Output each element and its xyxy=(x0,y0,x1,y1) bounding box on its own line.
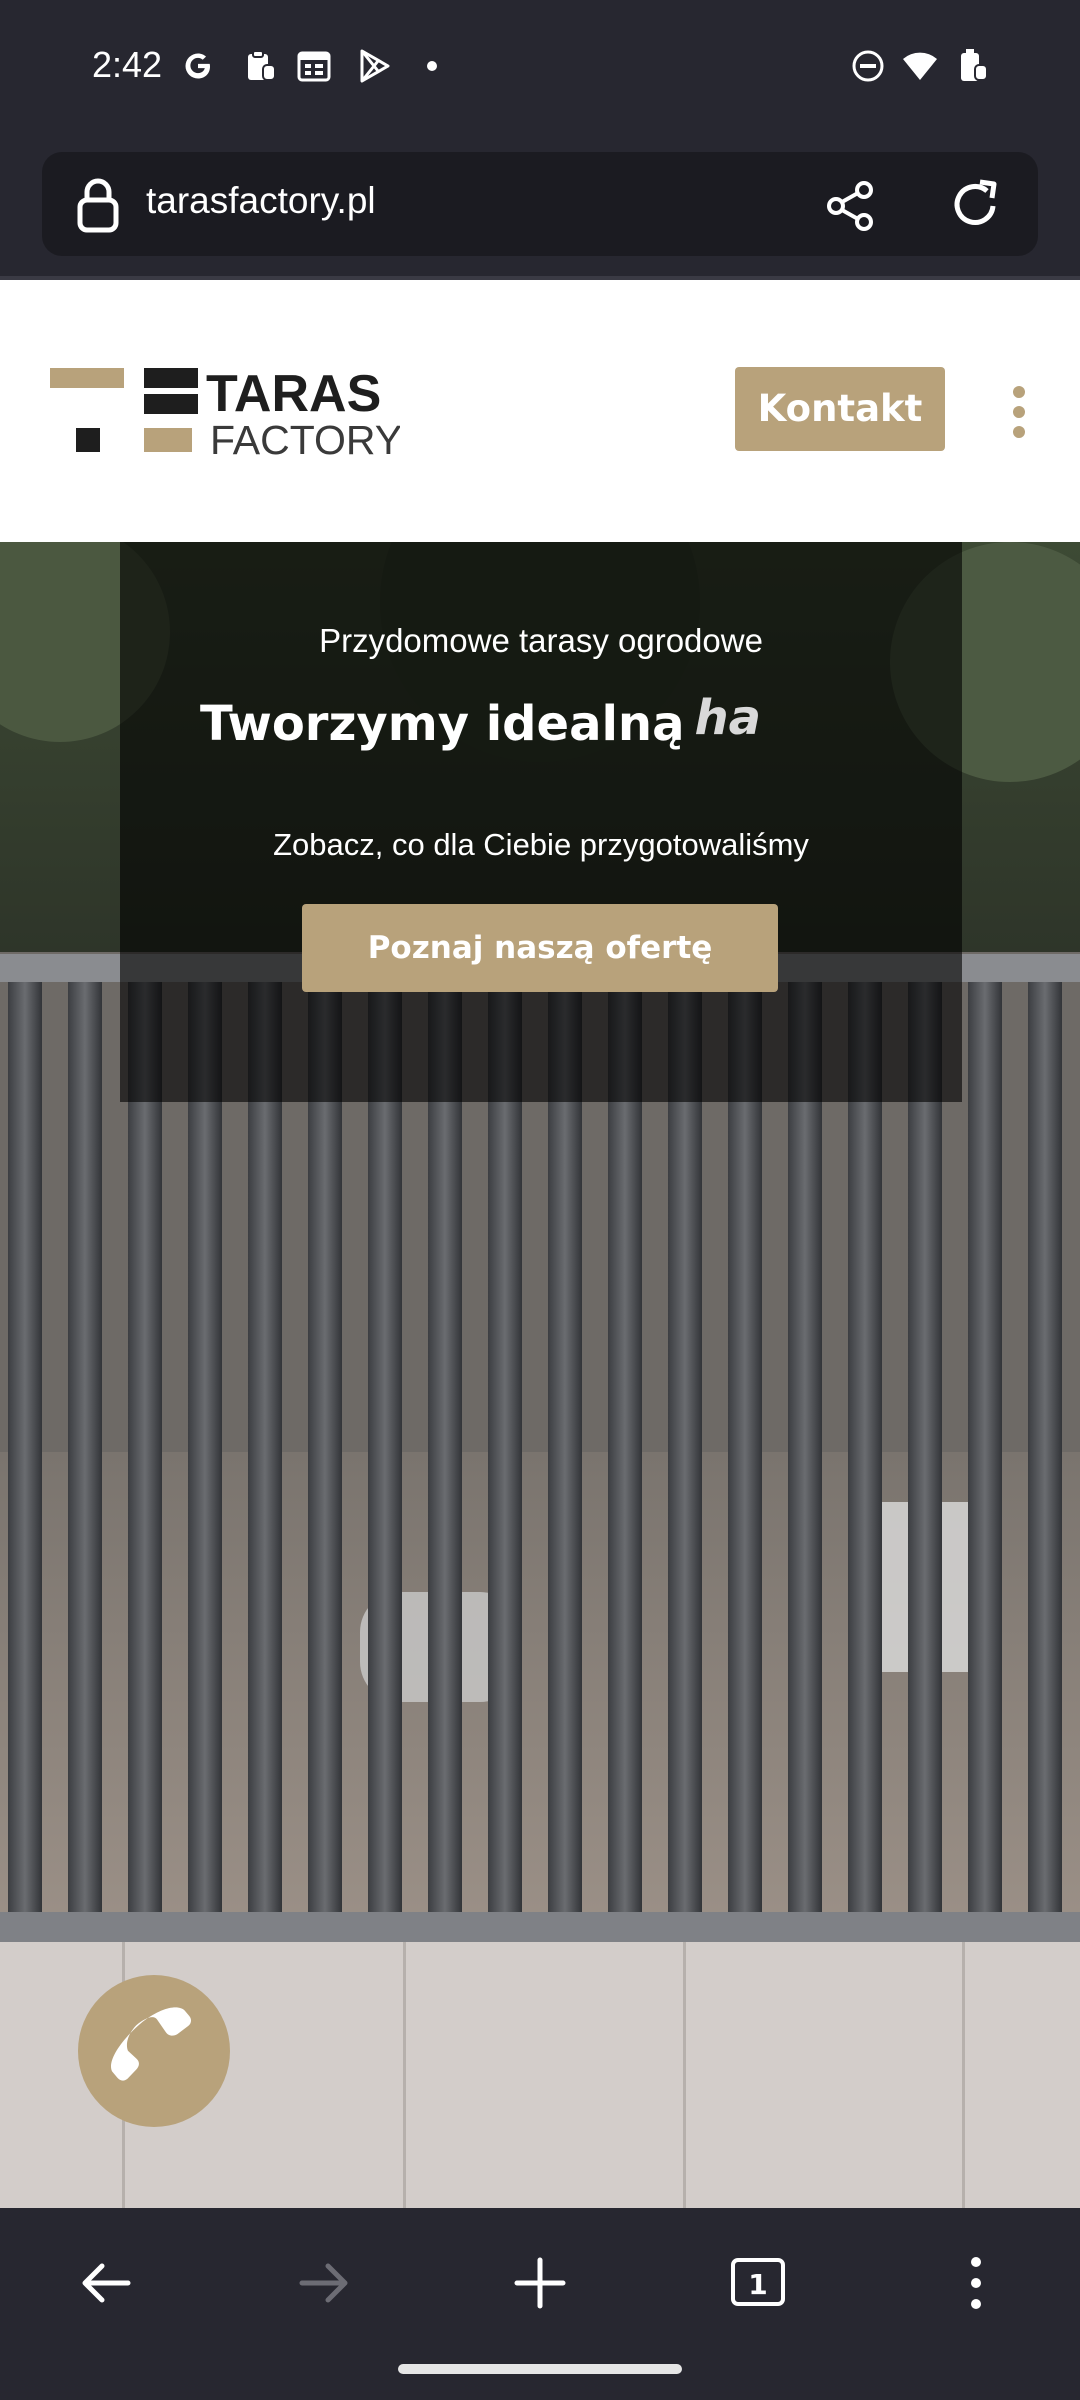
dot-icon xyxy=(427,61,437,71)
hero-title: Tworzymy idealną ha xyxy=(200,690,761,752)
site-header: TARAS FACTORY Kontakt xyxy=(0,280,1080,542)
clipboard-icon xyxy=(248,50,276,81)
tab-switcher-button[interactable]: 1 xyxy=(718,2248,798,2318)
tab-count-icon: 1 xyxy=(731,2258,785,2306)
web-page[interactable]: TARAS FACTORY Kontakt Przydomowe tarasy … xyxy=(0,280,1080,2208)
hero-typed-text: ha xyxy=(694,690,762,746)
google-icon xyxy=(185,53,210,79)
logo-line1: TARAS xyxy=(206,366,381,423)
taras-factory-logo[interactable]: TARAS FACTORY xyxy=(50,366,400,466)
logo-line2: FACTORY xyxy=(210,417,400,463)
new-tab-icon[interactable] xyxy=(500,2248,580,2318)
address-bar[interactable]: tarasfactory.pl xyxy=(42,152,1038,256)
forward-arrow-icon[interactable] xyxy=(284,2248,364,2318)
hero-subtitle: Przydomowe tarasy ogrodowe xyxy=(319,622,763,659)
status-bar: 2:42 xyxy=(0,0,1080,140)
offer-button[interactable]: Poznaj naszą ofertę xyxy=(302,904,778,992)
share-icon[interactable] xyxy=(822,178,878,234)
tab-count: 1 xyxy=(748,2268,767,2301)
calendar-icon xyxy=(297,51,331,82)
dnd-icon xyxy=(852,50,884,82)
hero-description: Zobacz, co dla Ciebie przygotowaliśmy xyxy=(273,827,809,862)
phone-icon xyxy=(111,2007,191,2081)
status-time: 2:42 xyxy=(92,44,163,85)
back-arrow-icon[interactable] xyxy=(66,2248,146,2318)
call-button[interactable] xyxy=(78,1975,230,2127)
wifi-icon xyxy=(903,52,937,80)
home-indicator[interactable] xyxy=(398,2364,682,2374)
play-store-icon xyxy=(360,49,390,83)
overflow-menu-icon[interactable] xyxy=(936,2248,1016,2318)
lock-icon[interactable] xyxy=(72,178,124,234)
hero-overlay-panel: Przydomowe tarasy ogrodowe Tworzymy idea… xyxy=(120,542,962,1102)
site-menu-icon[interactable] xyxy=(1008,384,1030,440)
reload-icon[interactable] xyxy=(946,176,1004,234)
kontakt-button[interactable]: Kontakt xyxy=(735,367,945,451)
url-text[interactable]: tarasfactory.pl xyxy=(146,180,376,222)
battery-icon xyxy=(961,49,988,81)
hero-title-text: Tworzymy idealną xyxy=(200,696,685,752)
